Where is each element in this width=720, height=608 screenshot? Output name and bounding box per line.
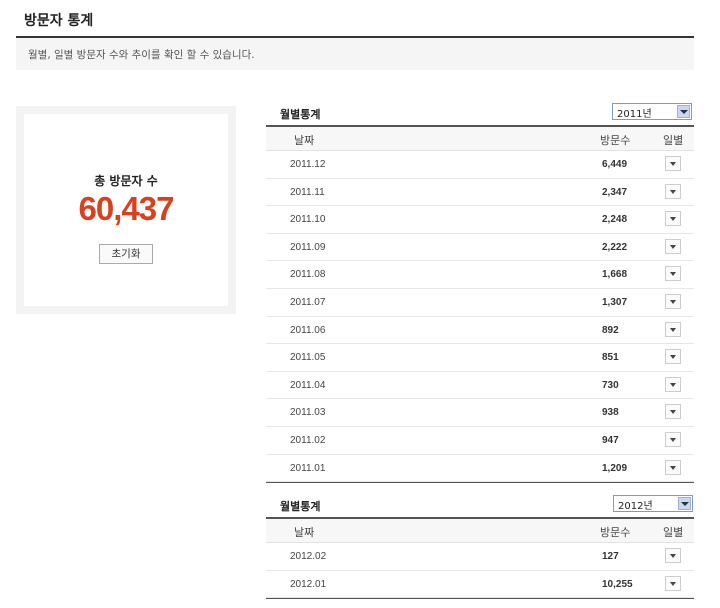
table-row: 2011.04 730 [266, 372, 694, 400]
column-header-daily: 일별 [663, 134, 684, 147]
daily-expand-button[interactable] [665, 432, 681, 447]
row-date: 2011.01 [290, 462, 326, 474]
total-visitors-label: 총 방문자 수 [94, 174, 158, 188]
description-text: 월별, 일별 방문자 수와 추이를 확인 할 수 있습니다. [28, 49, 255, 61]
daily-expand-button[interactable] [665, 294, 681, 309]
table-bottom-rule [266, 482, 694, 484]
column-header-visits: 방문수 [600, 526, 631, 539]
table-row: 2011.02 947 [266, 427, 694, 455]
row-visit-count: 2,347 [602, 186, 628, 198]
year-select-value: 2011년 [617, 109, 652, 120]
total-visitors-panel: 총 방문자 수 60,437 초기화 [16, 106, 236, 314]
description-box: 월별, 일별 방문자 수와 추이를 확인 할 수 있습니다. [16, 38, 694, 70]
row-visit-count: 851 [602, 352, 619, 364]
total-visitors-card: 총 방문자 수 60,437 초기화 [24, 114, 228, 306]
year-select[interactable]: 2012년 [613, 495, 693, 512]
row-date: 2012.02 [290, 551, 327, 562]
table-row: 2011.06 892 [266, 317, 694, 345]
table-row: 2011.07 1,307 [266, 289, 694, 317]
table-row: 2011.12 6,449 [266, 151, 694, 179]
row-visit-count: 938 [602, 407, 619, 419]
daily-expand-button[interactable] [665, 459, 681, 475]
chevron-down-icon[interactable] [677, 105, 690, 118]
daily-expand-button[interactable] [665, 156, 681, 171]
row-visit-count: 1,307 [602, 297, 628, 308]
row-visit-count: 6,449 [602, 159, 628, 170]
column-header-date: 날짜 [294, 134, 315, 147]
daily-expand-button[interactable] [665, 183, 681, 199]
row-date: 2011.06 [290, 324, 326, 336]
reset-button[interactable]: 초기화 [99, 244, 153, 264]
row-date: 2011.12 [290, 159, 326, 170]
daily-expand-button[interactable] [665, 238, 681, 254]
daily-expand-button[interactable] [665, 575, 681, 591]
table-row: 2012.02 127 [266, 543, 694, 571]
daily-expand-button[interactable] [665, 211, 681, 227]
year-select-value: 2012년 [618, 501, 653, 512]
section-title: 월별통계 [280, 500, 321, 513]
row-visit-count: 2,222 [602, 241, 628, 253]
row-date: 2011.05 [290, 352, 326, 364]
table-row: 2011.03 938 [266, 399, 694, 427]
row-date: 2011.03 [290, 407, 326, 419]
table-header: 날짜 방문수 일별 [266, 517, 694, 543]
table-row: 2011.10 2,248 [266, 206, 694, 234]
row-date: 2011.10 [290, 214, 326, 226]
daily-expand-button[interactable] [665, 321, 681, 337]
table-row: 2011.01 1,209 [266, 455, 694, 483]
table-row: 2011.11 2,347 [266, 179, 694, 207]
daily-expand-button[interactable] [665, 266, 681, 282]
section-title: 월별통계 [280, 108, 321, 121]
row-visit-count: 947 [602, 435, 619, 446]
row-date: 2011.09 [290, 241, 326, 253]
daily-expand-button[interactable] [665, 404, 681, 420]
total-visitors-value: 60,437 [78, 190, 175, 227]
daily-expand-button[interactable] [665, 376, 681, 392]
row-date: 2011.04 [290, 379, 326, 391]
row-visit-count: 127 [602, 551, 619, 562]
table-row: 2012.01 10,255 [266, 571, 694, 599]
column-header-date: 날짜 [294, 526, 315, 539]
table-row: 2011.09 2,222 [266, 234, 694, 262]
row-date: 2011.11 [290, 186, 325, 198]
table-bottom-rule [266, 598, 694, 600]
table-row: 2011.08 1,668 [266, 261, 694, 289]
row-date: 2011.08 [290, 269, 326, 281]
table-header: 날짜 방문수 일별 [266, 125, 694, 151]
daily-expand-button[interactable] [665, 548, 681, 563]
chevron-down-icon[interactable] [678, 497, 691, 510]
row-date: 2012.01 [290, 578, 327, 590]
row-visit-count: 730 [602, 379, 619, 391]
table-row: 2011.05 851 [266, 344, 694, 372]
row-visit-count: 2,248 [602, 214, 628, 226]
column-header-visits: 방문수 [600, 134, 631, 147]
page-title: 방문자 통계 [24, 13, 94, 29]
row-date: 2011.07 [290, 297, 326, 308]
row-visit-count: 10,255 [602, 578, 633, 590]
daily-expand-button[interactable] [665, 349, 681, 365]
row-visit-count: 1,668 [602, 269, 628, 281]
year-select[interactable]: 2011년 [612, 103, 692, 120]
row-visit-count: 1,209 [602, 462, 628, 474]
column-header-daily: 일별 [663, 526, 684, 539]
row-visit-count: 892 [602, 324, 619, 336]
row-date: 2011.02 [290, 435, 326, 446]
